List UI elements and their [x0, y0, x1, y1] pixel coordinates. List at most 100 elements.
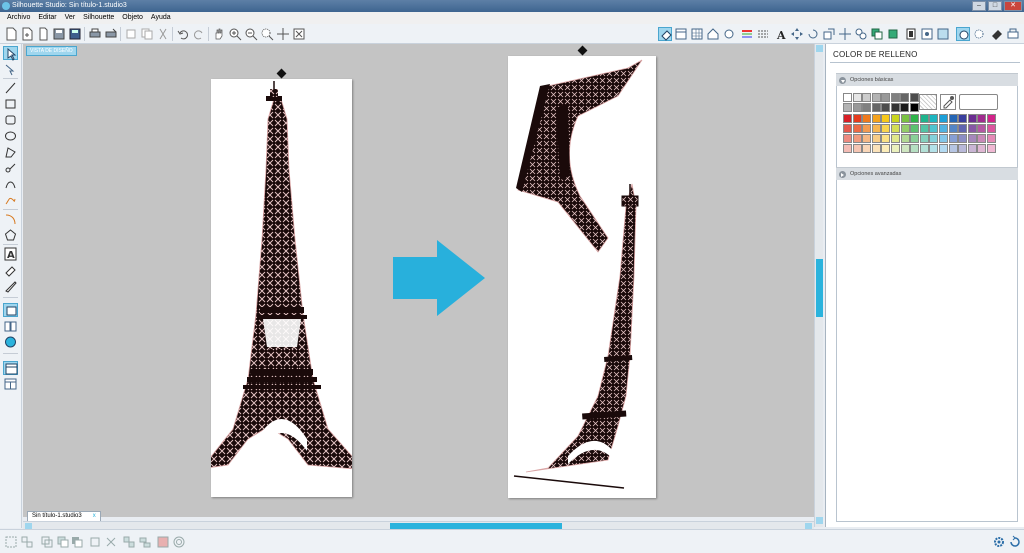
swatch-color[interactable] — [852, 134, 862, 143]
scissors-icon[interactable] — [156, 27, 170, 41]
swatch-gray[interactable] — [862, 93, 871, 102]
swatch-color[interactable] — [891, 124, 900, 133]
cut-settings-icon[interactable] — [956, 27, 970, 41]
replicate-icon[interactable] — [854, 27, 868, 41]
edit-points-icon[interactable] — [3, 62, 18, 76]
print-cut-marks-icon[interactable] — [920, 27, 934, 41]
swatch-color[interactable] — [881, 134, 891, 143]
arc-tool-icon[interactable] — [3, 177, 18, 191]
swatch-color[interactable] — [910, 124, 920, 133]
cut-style-icon[interactable] — [972, 27, 986, 41]
swatch-color[interactable] — [948, 134, 958, 143]
swatch-color[interactable] — [948, 144, 958, 153]
swatch-color[interactable] — [852, 144, 862, 153]
swatch-color[interactable] — [977, 124, 987, 133]
swatch-color[interactable] — [881, 114, 891, 123]
vertical-scroll-thumb[interactable] — [816, 259, 823, 317]
swatch-gray[interactable] — [900, 103, 909, 112]
advanced-options-header[interactable]: Opciones avanzadas — [836, 167, 1018, 180]
new-page-icon[interactable] — [20, 27, 34, 41]
transparent-swatch[interactable] — [919, 94, 937, 110]
swatch-gray[interactable] — [871, 93, 881, 102]
swatch-color[interactable] — [939, 134, 948, 143]
page-original[interactable] — [211, 79, 352, 497]
close-tab-icon[interactable]: x — [93, 512, 96, 521]
swatch-color[interactable] — [967, 144, 977, 153]
swatch-color[interactable] — [919, 134, 929, 143]
page-setup-icon[interactable] — [674, 27, 688, 41]
single-pane-icon[interactable] — [3, 361, 18, 375]
trace-icon[interactable] — [904, 27, 918, 41]
swatch-color[interactable] — [967, 124, 977, 133]
swatch-gray[interactable] — [871, 103, 881, 112]
settings-gear-icon[interactable] — [992, 535, 1006, 549]
swatch-color[interactable] — [939, 144, 948, 153]
eiffel-tower-upright[interactable] — [211, 79, 352, 497]
swatch-gray[interactable] — [900, 93, 909, 102]
swatch-color[interactable] — [987, 144, 996, 153]
minimize-button[interactable]: – — [972, 1, 986, 11]
swatch-color[interactable] — [929, 124, 939, 133]
cut-icon[interactable] — [124, 27, 138, 41]
save-icon[interactable] — [52, 27, 66, 41]
basic-options-header[interactable]: Opciones básicas — [836, 73, 1018, 86]
swatch-color[interactable] — [958, 134, 968, 143]
modify-icon[interactable] — [870, 27, 884, 41]
store-icon[interactable] — [722, 27, 736, 41]
swatch-color[interactable] — [929, 134, 939, 143]
menu-objeto[interactable]: Objeto — [119, 12, 146, 24]
swatch-gray[interactable] — [843, 93, 852, 102]
eyedropper-icon[interactable] — [940, 94, 956, 110]
line-color-icon[interactable] — [740, 27, 754, 41]
swatch-color[interactable] — [862, 134, 872, 143]
swatch-color[interactable] — [843, 144, 852, 153]
design-canvas[interactable]: VISTA DE DISEÑO — [23, 44, 814, 517]
text-style-icon[interactable]: A — [774, 27, 788, 42]
move-icon[interactable] — [838, 27, 852, 41]
swatch-color[interactable] — [862, 114, 872, 123]
pan-hand-icon[interactable] — [212, 27, 226, 41]
swatch-color[interactable] — [862, 124, 872, 133]
swatch-color[interactable] — [929, 114, 939, 123]
maximize-button[interactable]: □ — [988, 1, 1002, 11]
document-tab[interactable]: Sin título-1.studio3 x — [27, 511, 101, 521]
swatch-color[interactable] — [987, 134, 996, 143]
swatch-color[interactable] — [900, 134, 910, 143]
swatch-color[interactable] — [843, 124, 852, 133]
ungroup-icon[interactable] — [20, 535, 34, 549]
swatch-color[interactable] — [967, 114, 977, 123]
swatch-color[interactable] — [977, 144, 987, 153]
save-library-icon[interactable] — [68, 27, 82, 41]
swatch-color[interactable] — [843, 114, 852, 123]
align-icon[interactable] — [138, 535, 152, 549]
fit-page-icon[interactable] — [292, 27, 306, 41]
send-to-cutter-icon[interactable] — [1006, 27, 1020, 41]
fill-color-icon[interactable] — [658, 27, 672, 41]
pentagon-tool-icon[interactable] — [3, 228, 18, 242]
swatch-color[interactable] — [881, 124, 891, 133]
swatch-gray[interactable] — [881, 93, 890, 102]
text-tool-icon[interactable]: A — [3, 247, 18, 261]
zoom-drag-icon[interactable] — [276, 27, 290, 41]
grid-icon[interactable] — [690, 27, 704, 41]
zoom-select-icon[interactable] — [260, 27, 274, 41]
swatch-color[interactable] — [900, 114, 910, 123]
library-icon[interactable] — [706, 27, 720, 41]
swatch-gray[interactable] — [909, 103, 919, 112]
scale-icon[interactable] — [822, 27, 836, 41]
scroll-down-arrow-icon[interactable] — [816, 517, 823, 524]
bring-front-icon[interactable] — [70, 535, 84, 549]
swatch-color[interactable] — [958, 144, 968, 153]
swatch-color[interactable] — [852, 124, 862, 133]
page-result[interactable] — [508, 56, 656, 498]
swatch-color[interactable] — [929, 144, 939, 153]
swatch-color[interactable] — [871, 114, 881, 123]
transform-icon[interactable] — [790, 27, 804, 41]
open-file-icon[interactable] — [36, 27, 50, 41]
release-compound-icon[interactable] — [56, 535, 70, 549]
swatch-color[interactable] — [891, 134, 900, 143]
swatch-color[interactable] — [987, 114, 996, 123]
zoom-in-icon[interactable] — [228, 27, 242, 41]
design-view-icon[interactable] — [3, 303, 18, 317]
swatch-color[interactable] — [958, 124, 968, 133]
